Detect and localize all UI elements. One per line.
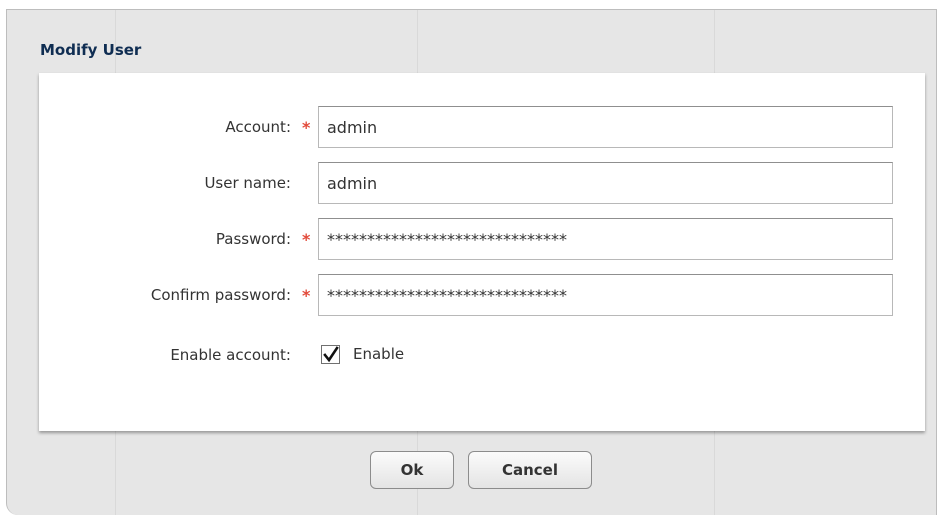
password-label: Password:: [215, 230, 291, 248]
confirm-password-row: Confirm password:: [39, 274, 301, 316]
form-panel: Account: * User name: Password: * Confir…: [39, 73, 925, 431]
confirm-password-label: Confirm password:: [150, 286, 291, 304]
enable-option-label[interactable]: Enable: [353, 338, 404, 370]
confirm-password-input[interactable]: [318, 274, 893, 316]
cancel-button[interactable]: Cancel: [468, 451, 592, 489]
password-input[interactable]: [318, 218, 893, 260]
password-row: Password:: [39, 218, 301, 260]
enable-account-checkbox[interactable]: [321, 345, 340, 364]
modify-user-dialog: Modify User Account: * User name: Passwo…: [6, 9, 937, 515]
enable-account-row: Enable account:: [39, 334, 301, 376]
required-marker: *: [302, 118, 311, 137]
user-name-row: User name:: [39, 162, 301, 204]
ok-button[interactable]: Ok: [370, 451, 454, 489]
user-name-label: User name:: [204, 174, 291, 192]
required-marker: *: [302, 286, 311, 305]
required-marker: *: [302, 230, 311, 249]
enable-account-label: Enable account:: [170, 346, 291, 364]
account-input[interactable]: [318, 106, 893, 148]
account-row: Account:: [39, 106, 301, 148]
check-mark-icon: [323, 346, 339, 363]
account-label: Account:: [225, 118, 291, 136]
user-name-input[interactable]: [318, 162, 893, 204]
dialog-title: Modify User: [40, 41, 142, 59]
